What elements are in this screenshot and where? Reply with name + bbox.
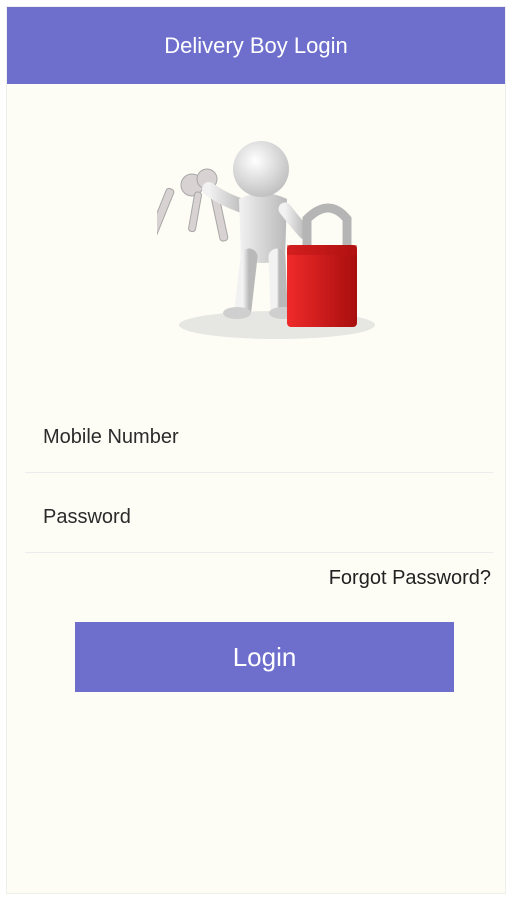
app-header: Delivery Boy Login bbox=[7, 7, 505, 84]
mobile-number-field bbox=[25, 403, 493, 473]
forgot-password-link[interactable]: Forgot Password? bbox=[329, 567, 491, 590]
password-input[interactable] bbox=[25, 483, 493, 552]
person-keys-padlock-icon bbox=[148, 137, 377, 347]
password-field bbox=[25, 483, 493, 553]
mobile-number-input[interactable] bbox=[25, 403, 493, 472]
page-title: Delivery Boy Login bbox=[164, 32, 348, 58]
login-button[interactable]: Login bbox=[75, 622, 454, 692]
login-screen: Delivery Boy Login Mobile Number Forgot … bbox=[6, 6, 506, 894]
